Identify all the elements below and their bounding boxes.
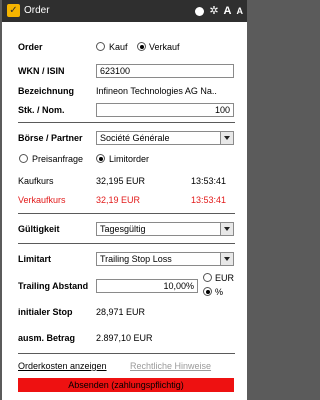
- bezeichnung-label: Bezeichnung: [18, 86, 75, 96]
- order-label: Order: [18, 42, 43, 52]
- radio-eur[interactable]: [203, 273, 212, 282]
- font-decrease-icon[interactable]: A: [237, 6, 244, 16]
- order-costs-link[interactable]: Orderkosten anzeigen: [18, 361, 107, 371]
- gueltigkeit-label: Gültigkeit: [18, 224, 60, 234]
- radio-eur-label: EUR: [215, 273, 235, 283]
- initial-stop-label: initialer Stop: [18, 307, 73, 317]
- trailing-label: Trailing Abstand: [18, 281, 89, 291]
- bezeichnung-value: Infineon Technologies AG Na..: [96, 86, 217, 96]
- circle-icon[interactable]: [195, 6, 205, 16]
- radio-limitorder[interactable]: [96, 154, 105, 163]
- kaufkurs-time: 13:53:41: [191, 176, 227, 186]
- radio-kauf[interactable]: [96, 42, 105, 51]
- boerse-label: Börse / Partner: [18, 133, 83, 143]
- gueltigkeit-select-value: Tagesgültig: [100, 224, 146, 234]
- wkn-input[interactable]: 623100: [96, 64, 234, 78]
- wkn-label: WKN / ISIN: [18, 66, 65, 76]
- divider: [18, 213, 235, 214]
- boerse-select-value: Société Générale: [100, 133, 170, 143]
- radio-preisanfrage-label: Preisanfrage: [32, 154, 84, 164]
- chevron-down-icon[interactable]: [220, 132, 233, 144]
- verkaufkurs-value: 32,19 EUR: [96, 195, 141, 205]
- divider: [18, 243, 235, 244]
- radio-verkauf[interactable]: [137, 42, 146, 51]
- window-title: Order: [24, 5, 50, 16]
- chevron-down-icon[interactable]: [220, 223, 233, 235]
- radio-preisanfrage[interactable]: [19, 154, 28, 163]
- verkaufkurs-time: 13:53:41: [191, 195, 227, 205]
- radio-percent[interactable]: [203, 287, 212, 296]
- chevron-down-icon[interactable]: [220, 253, 233, 265]
- title-bar: ✓ Order ✲ A A: [2, 0, 247, 22]
- radio-verkauf-label: Verkauf: [149, 42, 180, 52]
- radio-limitorder-label: Limitorder: [109, 154, 150, 164]
- legal-notes-link[interactable]: Rechtliche Hinweise: [130, 361, 211, 371]
- ausm-betrag-label: ausm. Betrag: [18, 333, 76, 343]
- divider: [18, 122, 235, 123]
- order-window: ✓ Order ✲ A A Order Kauf Verkauf WKN / I…: [2, 0, 247, 400]
- limitart-label: Limitart: [18, 254, 52, 264]
- trailing-input[interactable]: 10,00%: [96, 279, 198, 293]
- kaufkurs-value: 32,195 EUR: [96, 176, 146, 186]
- stueck-label: Stk. / Nom.: [18, 105, 65, 115]
- app-logo-icon: ✓: [7, 4, 20, 17]
- radio-kauf-label: Kauf: [109, 42, 128, 52]
- limitart-select-value: Trailing Stop Loss: [100, 254, 172, 264]
- limitart-select[interactable]: Trailing Stop Loss: [96, 252, 234, 266]
- gueltigkeit-select[interactable]: Tagesgültig: [96, 222, 234, 236]
- stueck-input[interactable]: 100: [96, 103, 234, 117]
- initial-stop-value: 28,971 EUR: [96, 307, 146, 317]
- submit-button[interactable]: Absenden (zahlungspflichtig): [18, 378, 234, 392]
- font-increase-icon[interactable]: A: [224, 5, 232, 17]
- boerse-select[interactable]: Société Générale: [96, 131, 234, 145]
- divider: [18, 353, 235, 354]
- ausm-betrag-value: 2.897,10 EUR: [96, 333, 153, 343]
- kaufkurs-label: Kaufkurs: [18, 176, 54, 186]
- radio-percent-label: %: [215, 287, 224, 297]
- verkaufkurs-label: Verkaufkurs: [18, 195, 66, 205]
- gear-icon[interactable]: ✲: [209, 5, 218, 17]
